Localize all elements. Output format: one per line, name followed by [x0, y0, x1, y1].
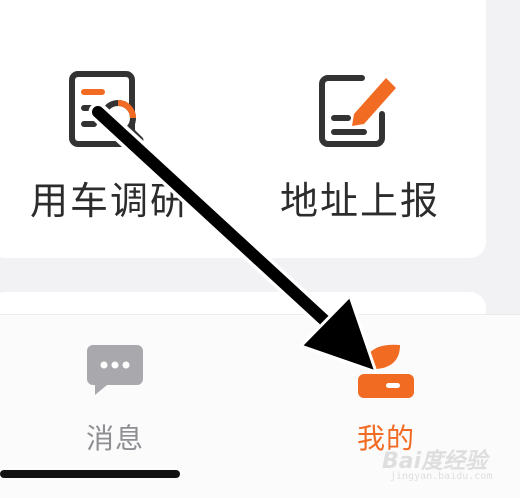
tab-messages[interactable]: 消息: [35, 335, 195, 455]
edit-report-icon: [319, 75, 396, 147]
survey-search-icon: [69, 71, 144, 147]
grid-item-address-report[interactable]: 地址上报: [250, 62, 470, 232]
profile-icon: [358, 344, 414, 398]
home-indicator: [0, 470, 180, 478]
tab-mine[interactable]: 我的: [306, 335, 466, 455]
grid-item-label: 地址上报: [279, 179, 440, 223]
chat-bubble-icon: [87, 345, 143, 395]
tab-label: 消息: [85, 422, 144, 455]
watermark-url: jingyan.baidu.com: [390, 471, 493, 482]
grid-item-label: 用车调研: [29, 179, 190, 223]
baidu-watermark: Bai度经验 jingyan.baidu.com: [382, 439, 512, 489]
grid-item-vehicle-survey[interactable]: 用车调研: [0, 62, 220, 232]
